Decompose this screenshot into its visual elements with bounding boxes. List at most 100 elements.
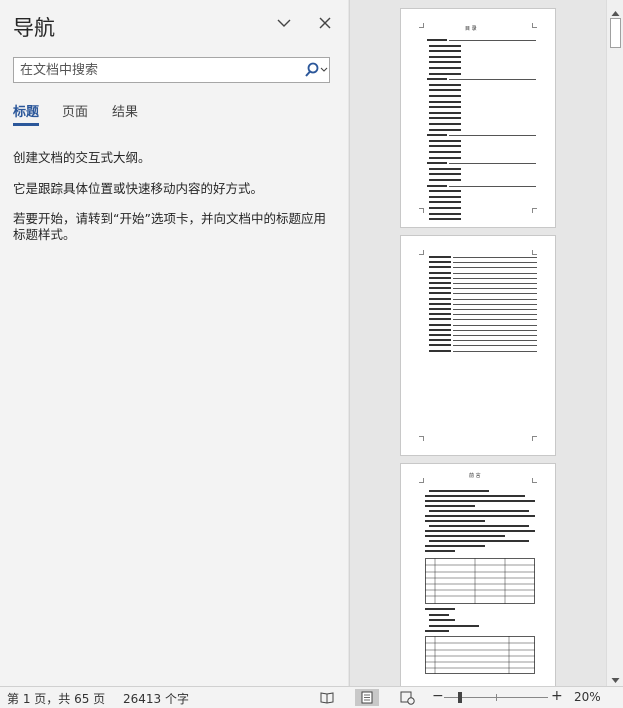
zoom-level[interactable]: 20% [574,690,601,704]
preface-text-line [429,490,489,492]
document-page-1[interactable]: 目 录 [400,8,556,228]
appendix-entry-text [429,323,451,326]
toc-entry-text [427,134,447,137]
scroll-up-arrow-icon[interactable] [610,4,621,16]
preface-text-line [425,608,455,610]
print-layout-button[interactable] [355,689,379,706]
toc-entry-text [429,106,461,109]
toc-entry-text [427,184,447,187]
appendix-entry-text [429,287,451,290]
appendix-leader-line [453,314,537,316]
word-count-status[interactable]: 26413 个字 [123,690,189,707]
toc-entry-text [429,207,461,209]
scrollbar-thumb[interactable] [610,18,621,48]
preface-text-line [425,545,485,547]
tab-pages[interactable]: 页面 [62,101,88,120]
close-icon[interactable] [316,14,334,32]
toc-entry-text [429,50,461,53]
appendix-entry-text [429,334,451,336]
appendix-leader-line [453,267,537,269]
toc-entry-text [429,190,461,193]
preface-table-2 [425,636,535,674]
toc-entry-text [429,201,461,204]
preface-text-line [429,624,479,627]
appendix-entry-text [429,313,451,316]
toc-leader-line [449,79,536,81]
page-count-status[interactable]: 第 1 页，共 65 页 [7,690,105,707]
appendix-entry-text [429,328,451,331]
preface-text-line [425,550,455,552]
zoom-slider-center-mark [496,694,497,701]
tab-headings[interactable]: 标题 [13,101,39,120]
preface-text-line [425,500,535,502]
toc-entry-text [429,173,461,176]
toc-entry-text [429,128,461,131]
appendix-leader-line [453,257,537,258]
toc-leader-line [449,135,536,137]
appendix-entry-text [429,302,451,305]
toc-entry-text [429,212,461,215]
read-mode-button[interactable] [315,689,339,706]
document-area[interactable]: 目 录 前 言 [349,0,606,686]
document-page-3[interactable]: 前 言 [400,463,556,686]
preface-text-line [425,630,449,632]
appendix-leader-line [453,293,537,295]
zoom-out-button[interactable]: − [432,688,444,704]
zoom-in-button[interactable]: + [551,688,563,704]
preface-text-line [425,515,535,517]
preface-text-line [425,495,525,497]
appendix-leader-line [453,303,537,305]
nav-message-2: 它是跟踪具体位置或快速移动内容的好方式。 [13,181,264,196]
toc-entry-text [429,111,461,114]
zoom-slider-thumb[interactable] [457,692,462,703]
appendix-leader-line [453,283,537,284]
appendix-leader-line [453,277,537,279]
appendix-entry-text [429,256,451,258]
search-button[interactable] [302,61,330,79]
toc-entry-text [429,123,461,125]
appendix-entry-text [429,344,451,347]
toc-entry-text [429,117,461,120]
appendix-entry-text [429,266,451,269]
navigation-pane: 导航 标题 页面 结果 创建文档的交互式大纲。 它是跟踪具体位置或快速移动内容的… [0,0,348,686]
web-layout-button[interactable] [395,689,419,706]
toc-entry-text [429,139,461,142]
toc-entry-text [429,151,461,153]
appendix-entry-text [429,308,451,310]
search-input[interactable] [14,58,294,82]
tab-results[interactable]: 结果 [112,101,138,120]
toc-entry-text [429,167,461,170]
toc-entry-text [429,83,461,86]
appendix-entry-text [429,276,451,279]
chevron-down-icon[interactable] [275,14,293,32]
document-page-2[interactable] [400,235,556,456]
preface-text-line [429,540,529,542]
scroll-down-arrow-icon[interactable] [610,671,621,683]
appendix-entry-text [429,271,451,274]
appendix-leader-line [453,329,537,331]
preface-text-line [429,619,455,621]
appendix-leader-line [453,262,537,264]
preface-text-line [429,613,449,616]
preface-table-1 [425,558,535,604]
appendix-leader-line [453,309,537,310]
book-icon [320,692,334,704]
page-1-heading: 目 录 [465,26,477,32]
vertical-scrollbar[interactable] [606,0,623,686]
toc-entry-text [427,162,447,165]
toc-leader-line [449,163,536,165]
nav-pane-title: 导航 [13,16,55,40]
appendix-entry-text [429,318,451,321]
appendix-leader-line [453,350,537,352]
zoom-slider[interactable] [444,692,548,703]
toc-entry-text [429,179,461,181]
appendix-leader-line [453,298,537,300]
preface-text-line [425,535,505,537]
toc-entry-text [429,156,461,159]
active-tab-indicator [13,123,39,126]
appendix-leader-line [453,335,537,336]
preface-text-line [425,505,475,507]
appendix-entry-text [429,261,451,264]
toc-leader-line [449,185,536,187]
toc-entry-text [427,39,447,41]
